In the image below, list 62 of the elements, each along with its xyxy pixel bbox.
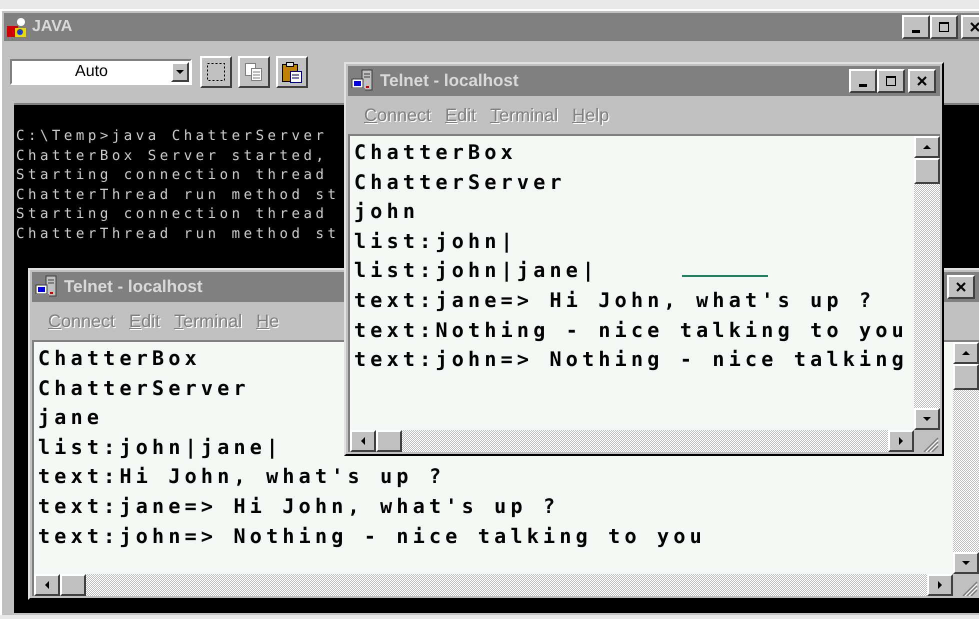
terminal-line: ChatterBox — [354, 139, 517, 166]
scroll-right-button[interactable] — [888, 430, 914, 452]
console-line: Starting connection thread — [16, 166, 328, 185]
scroll-thumb[interactable] — [953, 364, 979, 390]
console-line: ChatterThread run method st — [16, 186, 340, 204]
clipboard-icon — [280, 60, 304, 84]
copy-button[interactable] — [238, 56, 270, 88]
scroll-thumb[interactable] — [376, 430, 402, 452]
scroll-up-button[interactable] — [914, 136, 940, 158]
scroll-thumb[interactable] — [914, 158, 940, 184]
minimize-icon — [859, 84, 867, 86]
terminal-line: jane — [38, 404, 104, 432]
console-line: ChatterThread run method st — [16, 224, 340, 244]
terminal-line: text:Nothing - nice talking to you — [354, 316, 908, 344]
minimize-icon — [912, 30, 920, 32]
terminal-line: ChatterServer — [354, 168, 566, 196]
vertical-scrollbar[interactable] — [953, 342, 979, 574]
console-line: ChatterBox Server started, — [16, 146, 328, 166]
font-size-dropdown[interactable]: Auto — [10, 59, 192, 85]
app-logo-icon — [6, 16, 28, 38]
close-button[interactable] — [908, 69, 936, 93]
window-title: JAVA — [32, 18, 72, 36]
terminal-line: list:john| — [354, 228, 517, 255]
maximize-icon — [939, 22, 949, 32]
terminal-line: list:john|jane| — [354, 257, 598, 284]
close-icon — [917, 76, 927, 86]
maximize-icon — [886, 76, 896, 86]
close-icon — [970, 22, 979, 32]
horizontal-scrollbar[interactable] — [34, 574, 953, 596]
window-title: Telnet - localhost — [64, 277, 203, 297]
terminal-line: text:jane=> Hi John, what's up ? — [354, 286, 876, 314]
close-icon — [956, 282, 966, 292]
window-title: Telnet - localhost — [380, 71, 519, 91]
minimize-button[interactable] — [902, 15, 930, 39]
paste-button[interactable] — [276, 56, 308, 88]
maximize-button[interactable] — [877, 69, 905, 93]
terminal-line: text:john=> Nothing - nice talking to you — [38, 522, 706, 550]
scroll-down-button[interactable] — [953, 552, 979, 574]
terminal-line: ChatterServer — [38, 374, 250, 402]
scroll-thumb[interactable] — [60, 574, 86, 596]
terminal-line: ChatterBox — [38, 345, 201, 372]
console-line: Starting connection thread — [16, 205, 328, 224]
scroll-left-button[interactable] — [34, 574, 60, 596]
scroll-right-button[interactable] — [927, 574, 953, 596]
vertical-scrollbar[interactable] — [914, 136, 940, 430]
terminal-line: john — [354, 198, 420, 226]
terminal-line: list:john|jane| — [38, 434, 282, 461]
terminal-line: text:john=> Nothing - nice talking — [354, 346, 908, 374]
close-button[interactable] — [947, 275, 975, 299]
minimize-button[interactable] — [849, 69, 877, 93]
maximize-button[interactable] — [930, 15, 958, 39]
dropdown-value: Auto — [74, 63, 109, 81]
scroll-down-button[interactable] — [914, 408, 940, 430]
scroll-up-button[interactable] — [953, 342, 979, 364]
console-line: C:\Temp>java ChatterServer — [16, 127, 328, 146]
terminal-line: text:jane=> Hi John, what's up ? — [38, 492, 560, 520]
mark-button[interactable] — [200, 56, 232, 88]
horizontal-scrollbar[interactable] — [350, 430, 914, 452]
dropdown-button[interactable] — [171, 62, 189, 82]
mark-icon — [204, 60, 228, 84]
scroll-left-button[interactable] — [350, 430, 376, 452]
terminal-line: text:Hi John, what's up ? — [38, 463, 446, 490]
